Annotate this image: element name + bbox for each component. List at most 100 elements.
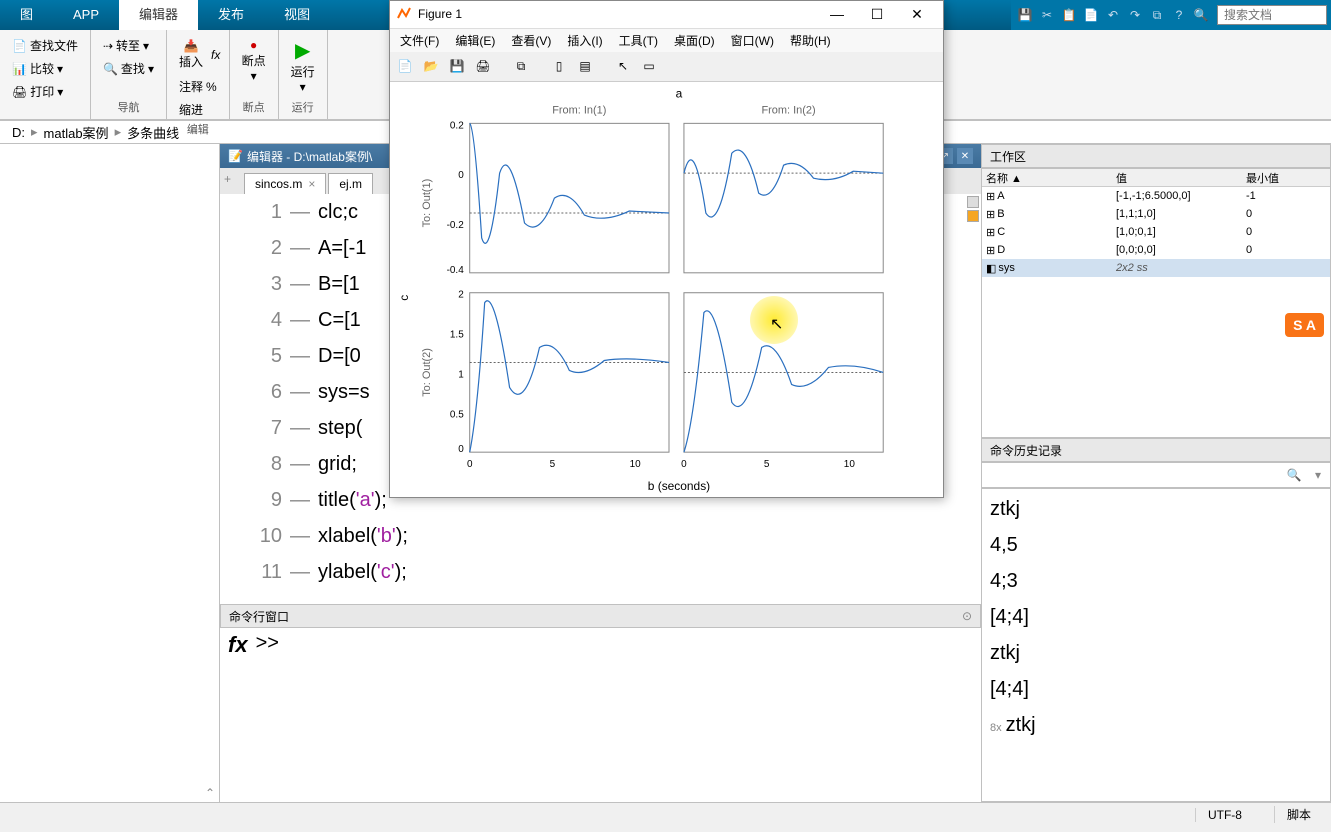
find-button[interactable]: 🔍 查找 ▾ — [99, 58, 158, 79]
ribbon-tab-view2[interactable]: 视图 — [264, 0, 330, 30]
ribbon-tab-editor[interactable]: 编辑器 — [119, 0, 198, 30]
find-files-button[interactable]: 📄 查找文件 — [8, 35, 82, 56]
history-list[interactable]: ztkj 4,5 4;3 [4;4] ztkj [4;4] 8xztkj — [981, 488, 1331, 802]
close-icon[interactable]: ✕ — [897, 2, 937, 26]
search-icon[interactable]: 🔍 — [1282, 463, 1306, 487]
run-group-label: 运行 — [287, 99, 319, 115]
menu-insert[interactable]: 插入(I) — [561, 32, 608, 49]
linkdata-icon[interactable]: ⧉ — [510, 55, 532, 77]
redo-icon[interactable]: ↷ — [1125, 5, 1145, 25]
command-window-title: 命令行窗口 — [229, 608, 289, 625]
save-icon[interactable]: 💾 — [446, 55, 468, 77]
close-icon[interactable]: × — [308, 177, 315, 191]
list-item[interactable]: 8xztkj — [990, 707, 1322, 746]
svg-text:0.5: 0.5 — [450, 409, 464, 420]
run-label: 运行 — [291, 63, 315, 80]
pointer-icon[interactable]: ↖ — [612, 55, 634, 77]
edit-plot-icon[interactable]: ▭ — [638, 55, 660, 77]
workspace-table[interactable]: 名称 ▲ 值 最小值 ⊞A [-1,-1;6.5000,0] -1 ⊞B [1,… — [981, 168, 1331, 438]
editor-close-icon[interactable]: ✕ — [957, 148, 973, 164]
run-button[interactable]: ▶ 运行 ▾ — [287, 34, 319, 98]
editor-icon: 📝 — [228, 149, 243, 163]
history-search: 🔍 ▾ — [981, 462, 1331, 488]
copy-icon[interactable]: 📋 — [1059, 5, 1079, 25]
file-tab[interactable]: sincos.m× — [244, 173, 326, 194]
menu-file[interactable]: 文件(F) — [394, 32, 445, 49]
fx-icon[interactable]: fx — [224, 632, 252, 798]
history-search-input[interactable] — [982, 463, 1282, 487]
table-row[interactable]: ⊞B [1,1;1,0] 0 — [982, 205, 1330, 223]
dropdown-icon[interactable]: ⊙ — [962, 609, 972, 623]
figure-toolbar: 📄 📂 💾 🖨 ⧉ ▯ ▤ ↖ ▭ — [390, 52, 943, 81]
save-icon[interactable]: 💾 — [1015, 5, 1035, 25]
list-item[interactable]: [4;4] — [990, 599, 1322, 635]
history-title: 命令历史记录 — [990, 442, 1062, 459]
column-name[interactable]: 名称 ▲ — [982, 170, 1112, 186]
breakpoint-button[interactable]: ● 断点 ▾ — [238, 34, 270, 87]
help-icon[interactable]: ? — [1169, 5, 1189, 25]
ribbon-tab-publish[interactable]: 发布 — [198, 0, 264, 30]
window-icon[interactable]: ⧉ — [1147, 5, 1167, 25]
svg-text:0: 0 — [458, 170, 464, 181]
list-item[interactable]: ztkj — [990, 491, 1322, 527]
new-icon[interactable]: 📄 — [394, 55, 416, 77]
list-item[interactable]: 4,5 — [990, 527, 1322, 563]
search-input[interactable] — [1217, 5, 1327, 25]
menu-help[interactable]: 帮助(H) — [784, 32, 837, 49]
right-panel: 工作区 名称 ▲ 值 最小值 ⊞A [-1,-1;6.5000,0] -1 ⊞B… — [981, 144, 1331, 802]
collapse-icon[interactable]: ⌃ — [205, 786, 215, 800]
menu-window[interactable]: 窗口(W) — [725, 32, 780, 49]
insert-legend-icon[interactable]: ▤ — [574, 55, 596, 77]
insert-colorbar-icon[interactable]: ▯ — [548, 55, 570, 77]
table-row[interactable]: ⊞C [1,0;0,1] 0 — [982, 223, 1330, 241]
indent-button[interactable]: 缩进 — [175, 99, 207, 120]
insert-label: 插入 — [179, 53, 203, 70]
table-row[interactable]: ◧sys 2x2 ss — [982, 259, 1330, 277]
figure-titlebar[interactable]: Figure 1 — ☐ ✕ — [390, 1, 943, 29]
open-icon[interactable]: 📂 — [420, 55, 442, 77]
goto-label: 转至 — [116, 37, 140, 54]
search-icon[interactable]: 🔍 — [1191, 5, 1211, 25]
list-item[interactable]: [4;4] — [990, 671, 1322, 707]
insert-button[interactable]: 📥插入 — [175, 35, 207, 74]
plot-title: a — [676, 86, 683, 100]
menu-desktop[interactable]: 桌面(D) — [668, 32, 721, 49]
goto-button[interactable]: ⇢ 转至 ▾ — [99, 35, 153, 56]
table-row[interactable]: ⊞A [-1,-1;6.5000,0] -1 — [982, 187, 1330, 205]
ribbon-tab-view1[interactable]: 图 — [0, 0, 53, 30]
comment-button[interactable]: 注释 % — [175, 76, 221, 97]
figure-plot-area[interactable]: a From: In(1) From: In(2) c To: Out(1) T… — [390, 82, 943, 498]
maximize-icon[interactable]: ☐ — [857, 2, 897, 26]
column-min[interactable]: 最小值 — [1242, 170, 1302, 186]
svg-text:1: 1 — [458, 369, 464, 380]
column-value[interactable]: 值 — [1112, 170, 1242, 186]
list-item[interactable]: 4;3 — [990, 563, 1322, 599]
new-tab-icon[interactable]: + — [224, 172, 240, 188]
breadcrumb-item[interactable]: 多条曲线 — [123, 123, 183, 142]
print-label: 打印 — [30, 83, 54, 100]
menu-view[interactable]: 查看(V) — [505, 32, 557, 49]
paste-icon[interactable]: 📄 — [1081, 5, 1101, 25]
svg-text:To: Out(2): To: Out(2) — [421, 348, 433, 397]
cut-icon[interactable]: ✂ — [1037, 5, 1057, 25]
list-item[interactable]: ztkj — [990, 635, 1322, 671]
svg-text:10: 10 — [844, 459, 856, 470]
svg-text:0: 0 — [467, 459, 473, 470]
file-tab[interactable]: ej.m — [328, 173, 373, 194]
table-row[interactable]: ⊞D [0,0;0,0] 0 — [982, 241, 1330, 259]
menu-edit[interactable]: 编辑(E) — [449, 32, 501, 49]
print-button[interactable]: 🖨 打印 ▾ — [8, 81, 67, 102]
ribbon-tab-app[interactable]: APP — [53, 0, 119, 30]
menu-tools[interactable]: 工具(T) — [613, 32, 664, 49]
breadcrumb-item[interactable]: D: — [8, 125, 29, 140]
undo-icon[interactable]: ↶ — [1103, 5, 1123, 25]
scroll-indicator — [967, 196, 979, 222]
minimize-icon[interactable]: — — [817, 2, 857, 26]
svg-text:From: In(1): From: In(1) — [552, 104, 606, 116]
fx-icon[interactable]: fx — [211, 48, 220, 62]
command-window[interactable]: fx >> — [220, 628, 981, 802]
print-icon[interactable]: 🖨 — [472, 55, 494, 77]
breadcrumb-item[interactable]: matlab案例 — [40, 123, 113, 142]
dropdown-icon[interactable]: ▾ — [1306, 463, 1330, 487]
compare-button[interactable]: 📊 比较 ▾ — [8, 58, 67, 79]
